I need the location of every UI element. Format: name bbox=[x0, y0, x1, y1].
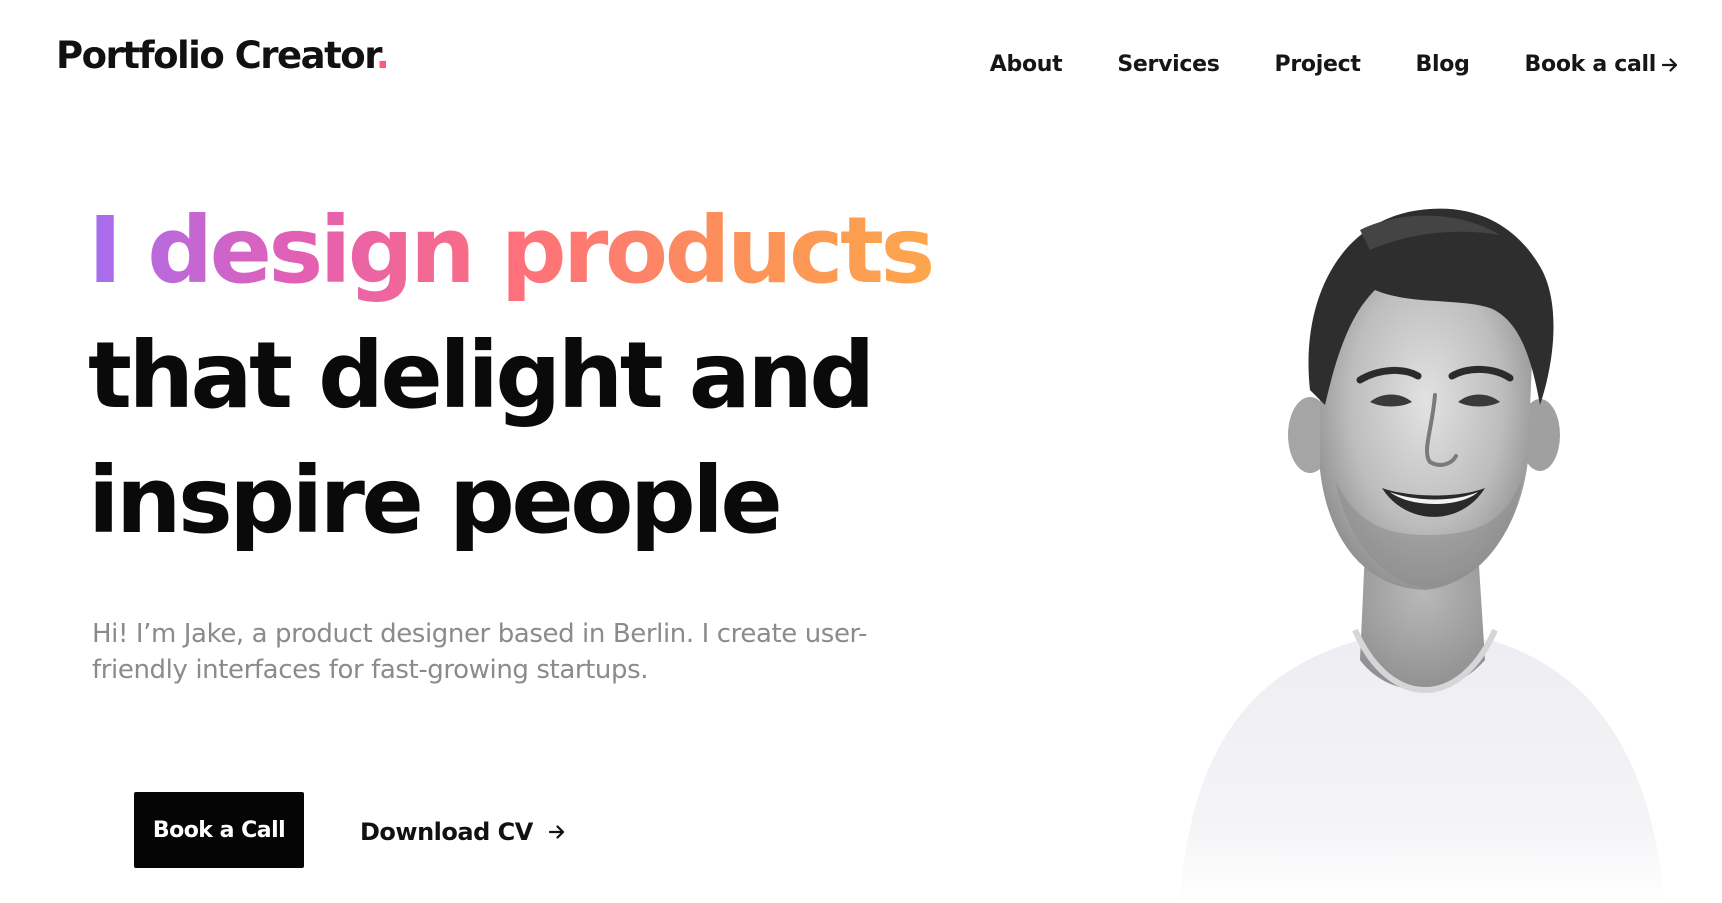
nav-item-about[interactable]: About bbox=[990, 52, 1063, 77]
hero-intro: Hi! I’m Jake, a product designer based i… bbox=[92, 619, 868, 685]
nav-item-services[interactable]: Services bbox=[1117, 52, 1219, 77]
profile-photo bbox=[1160, 190, 1680, 903]
arrow-right-icon bbox=[547, 822, 567, 842]
nav-item-label: Blog bbox=[1415, 52, 1470, 77]
nav-item-project[interactable]: Project bbox=[1275, 52, 1361, 77]
nav-item-label: About bbox=[989, 52, 1063, 77]
book-a-call-button[interactable]: Book a Call bbox=[134, 792, 304, 868]
nav-item-book-a-call[interactable]: Book a call bbox=[1525, 52, 1680, 77]
nav-item-label: Project bbox=[1274, 52, 1361, 77]
hero-title-line-2: that delight and bbox=[88, 322, 875, 429]
download-cv-label: Download CV bbox=[360, 818, 533, 846]
nav-item-blog[interactable]: Blog bbox=[1416, 52, 1470, 77]
nav-item-label: Book a call bbox=[1524, 52, 1657, 77]
page: Portfolio Creator. About Services Projec… bbox=[0, 0, 1722, 903]
hero-title: I design products that delight and inspi… bbox=[88, 188, 935, 563]
hero-title-line-gradient: I design products bbox=[88, 188, 935, 313]
download-cv-link[interactable]: Download CV bbox=[360, 812, 567, 852]
brand-dot: . bbox=[375, 34, 390, 77]
arrow-right-icon bbox=[1660, 55, 1680, 75]
main-nav: About Services Project Blog Book a call bbox=[935, 52, 1680, 77]
hero-title-line-3: inspire people bbox=[88, 447, 783, 554]
nav-item-label: Services bbox=[1117, 52, 1220, 77]
brand-name: Portfolio Creator bbox=[56, 34, 377, 77]
brand-logo[interactable]: Portfolio Creator. bbox=[56, 34, 390, 77]
